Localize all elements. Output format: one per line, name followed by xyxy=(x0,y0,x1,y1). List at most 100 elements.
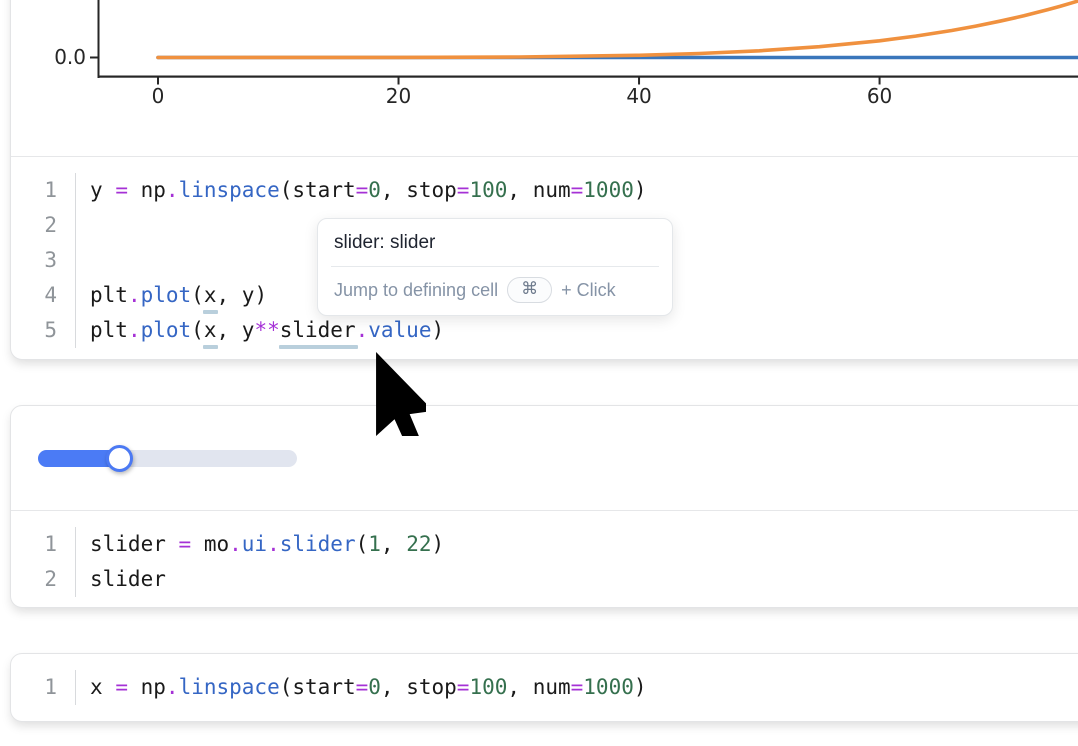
matplotlib-figure: 0.0 0204060 xyxy=(0,0,1078,156)
code-token: = xyxy=(457,178,470,202)
code-token xyxy=(128,675,141,699)
code-line: 5plt.plot(x, y**slider.value) xyxy=(11,313,1078,348)
code-token: . xyxy=(128,318,141,342)
code-token: mo xyxy=(204,532,229,556)
code-editor[interactable]: 1slider = mo.ui.slider(1, 22)2 slider xyxy=(11,511,1078,609)
x-axis-spine xyxy=(98,76,1078,78)
code-token: linspace xyxy=(179,178,280,202)
line-number: 2 xyxy=(11,562,75,597)
code-editor[interactable]: 1x = np.linspace(start=0, stop=100, num=… xyxy=(11,654,1078,720)
y-axis-spine xyxy=(98,0,100,78)
code-token xyxy=(191,532,204,556)
cross-cell-reference[interactable]: x xyxy=(204,283,217,307)
code-token: 1000 xyxy=(583,675,634,699)
code-token: value xyxy=(368,318,431,342)
line-number: 3 xyxy=(11,243,75,278)
x-tick-label: 20 xyxy=(386,84,411,108)
variable-tooltip: slider: slider Jump to defining cell ⌘ +… xyxy=(317,218,673,316)
code-line-content: y = np.linspace(start=0, stop=100, num=1… xyxy=(75,173,1078,208)
code-token: y xyxy=(242,318,255,342)
code-token: np xyxy=(141,178,166,202)
code-line-content: plt.plot(x, y**slider.value) xyxy=(75,313,1078,348)
slider-output xyxy=(11,406,1078,510)
jump-to-cell-label: Jump to defining cell xyxy=(334,280,498,301)
code-token: 0 xyxy=(368,178,381,202)
line-number: 4 xyxy=(11,278,75,313)
code-token: slider xyxy=(90,567,166,591)
line-number: 5 xyxy=(11,313,75,348)
code-token: , xyxy=(381,178,406,202)
line-number: 1 xyxy=(11,527,75,562)
code-token: = xyxy=(115,178,128,202)
command-key-icon: ⌘ xyxy=(507,277,552,303)
x-ticks: 0204060 xyxy=(152,77,893,108)
x-tick-label: 0 xyxy=(152,84,165,108)
notebook-canvas: 0.0 0204060 1y = np.linspace(start=0, st… xyxy=(0,0,1078,746)
code-token: = xyxy=(457,675,470,699)
code-token: slider xyxy=(280,532,356,556)
code-token: ( xyxy=(356,532,369,556)
code-line: 1slider = mo.ui.slider(1, 22) xyxy=(11,527,1078,562)
code-token: . xyxy=(229,532,242,556)
code-token: ) xyxy=(432,532,445,556)
code-token: stop xyxy=(406,675,457,699)
code-token: ** xyxy=(254,318,279,342)
code-token: 1 xyxy=(368,532,381,556)
code-line: 1x = np.linspace(start=0, stop=100, num=… xyxy=(11,670,1078,705)
code-line-content: slider xyxy=(75,562,1078,597)
series-orange-line xyxy=(158,1,1078,58)
code-token: ( xyxy=(191,283,204,307)
code-token: ( xyxy=(280,178,293,202)
code-token: 100 xyxy=(469,675,507,699)
code-token: = xyxy=(356,675,369,699)
cell-slider: 1slider = mo.ui.slider(1, 22)2 slider xyxy=(10,405,1078,608)
plot-output: 0.0 0204060 xyxy=(11,0,1078,156)
code-token: slider xyxy=(90,532,166,556)
code-token: plt xyxy=(90,283,128,307)
code-token: 1000 xyxy=(583,178,634,202)
code-token: start xyxy=(292,178,355,202)
code-token: . xyxy=(356,318,369,342)
code-token: y xyxy=(90,178,103,202)
code-token: ) xyxy=(431,318,444,342)
code-token: ( xyxy=(191,318,204,342)
code-token: plot xyxy=(141,318,192,342)
code-token: ) xyxy=(254,283,267,307)
x-tick-label: 60 xyxy=(867,84,892,108)
y-tick-label: 0.0 xyxy=(54,45,86,69)
code-line-content: slider = mo.ui.slider(1, 22) xyxy=(75,527,1078,562)
line-number: 2 xyxy=(11,208,75,243)
slider-thumb[interactable] xyxy=(106,445,133,472)
code-token: plt xyxy=(90,318,128,342)
code-token: start xyxy=(292,675,355,699)
code-token: . xyxy=(166,675,179,699)
code-token: = xyxy=(179,532,192,556)
code-token: , xyxy=(381,675,406,699)
code-token xyxy=(103,178,116,202)
tooltip-title: slider: slider xyxy=(318,219,672,266)
code-token: , xyxy=(216,283,241,307)
code-token: plot xyxy=(141,283,192,307)
code-token: 100 xyxy=(469,178,507,202)
code-token xyxy=(103,675,116,699)
code-token: linspace xyxy=(179,675,280,699)
code-token: = xyxy=(571,178,584,202)
code-token: stop xyxy=(406,178,457,202)
cell-x: 1x = np.linspace(start=0, stop=100, num=… xyxy=(10,653,1078,722)
code-line: 2 slider xyxy=(11,562,1078,597)
cross-cell-reference[interactable]: slider xyxy=(280,318,356,342)
code-token: ui xyxy=(242,532,267,556)
code-token: np xyxy=(141,675,166,699)
code-token: . xyxy=(128,283,141,307)
code-token: = xyxy=(571,675,584,699)
code-token: ) xyxy=(634,675,647,699)
slider-track[interactable] xyxy=(38,450,297,467)
code-token: ( xyxy=(280,675,293,699)
code-token: = xyxy=(356,178,369,202)
code-token xyxy=(166,532,179,556)
code-line-content: x = np.linspace(start=0, stop=100, num=1… xyxy=(75,670,1078,705)
code-token: ) xyxy=(634,178,647,202)
cross-cell-reference[interactable]: x xyxy=(204,318,217,342)
code-token: . xyxy=(267,532,280,556)
code-token: y xyxy=(242,283,255,307)
